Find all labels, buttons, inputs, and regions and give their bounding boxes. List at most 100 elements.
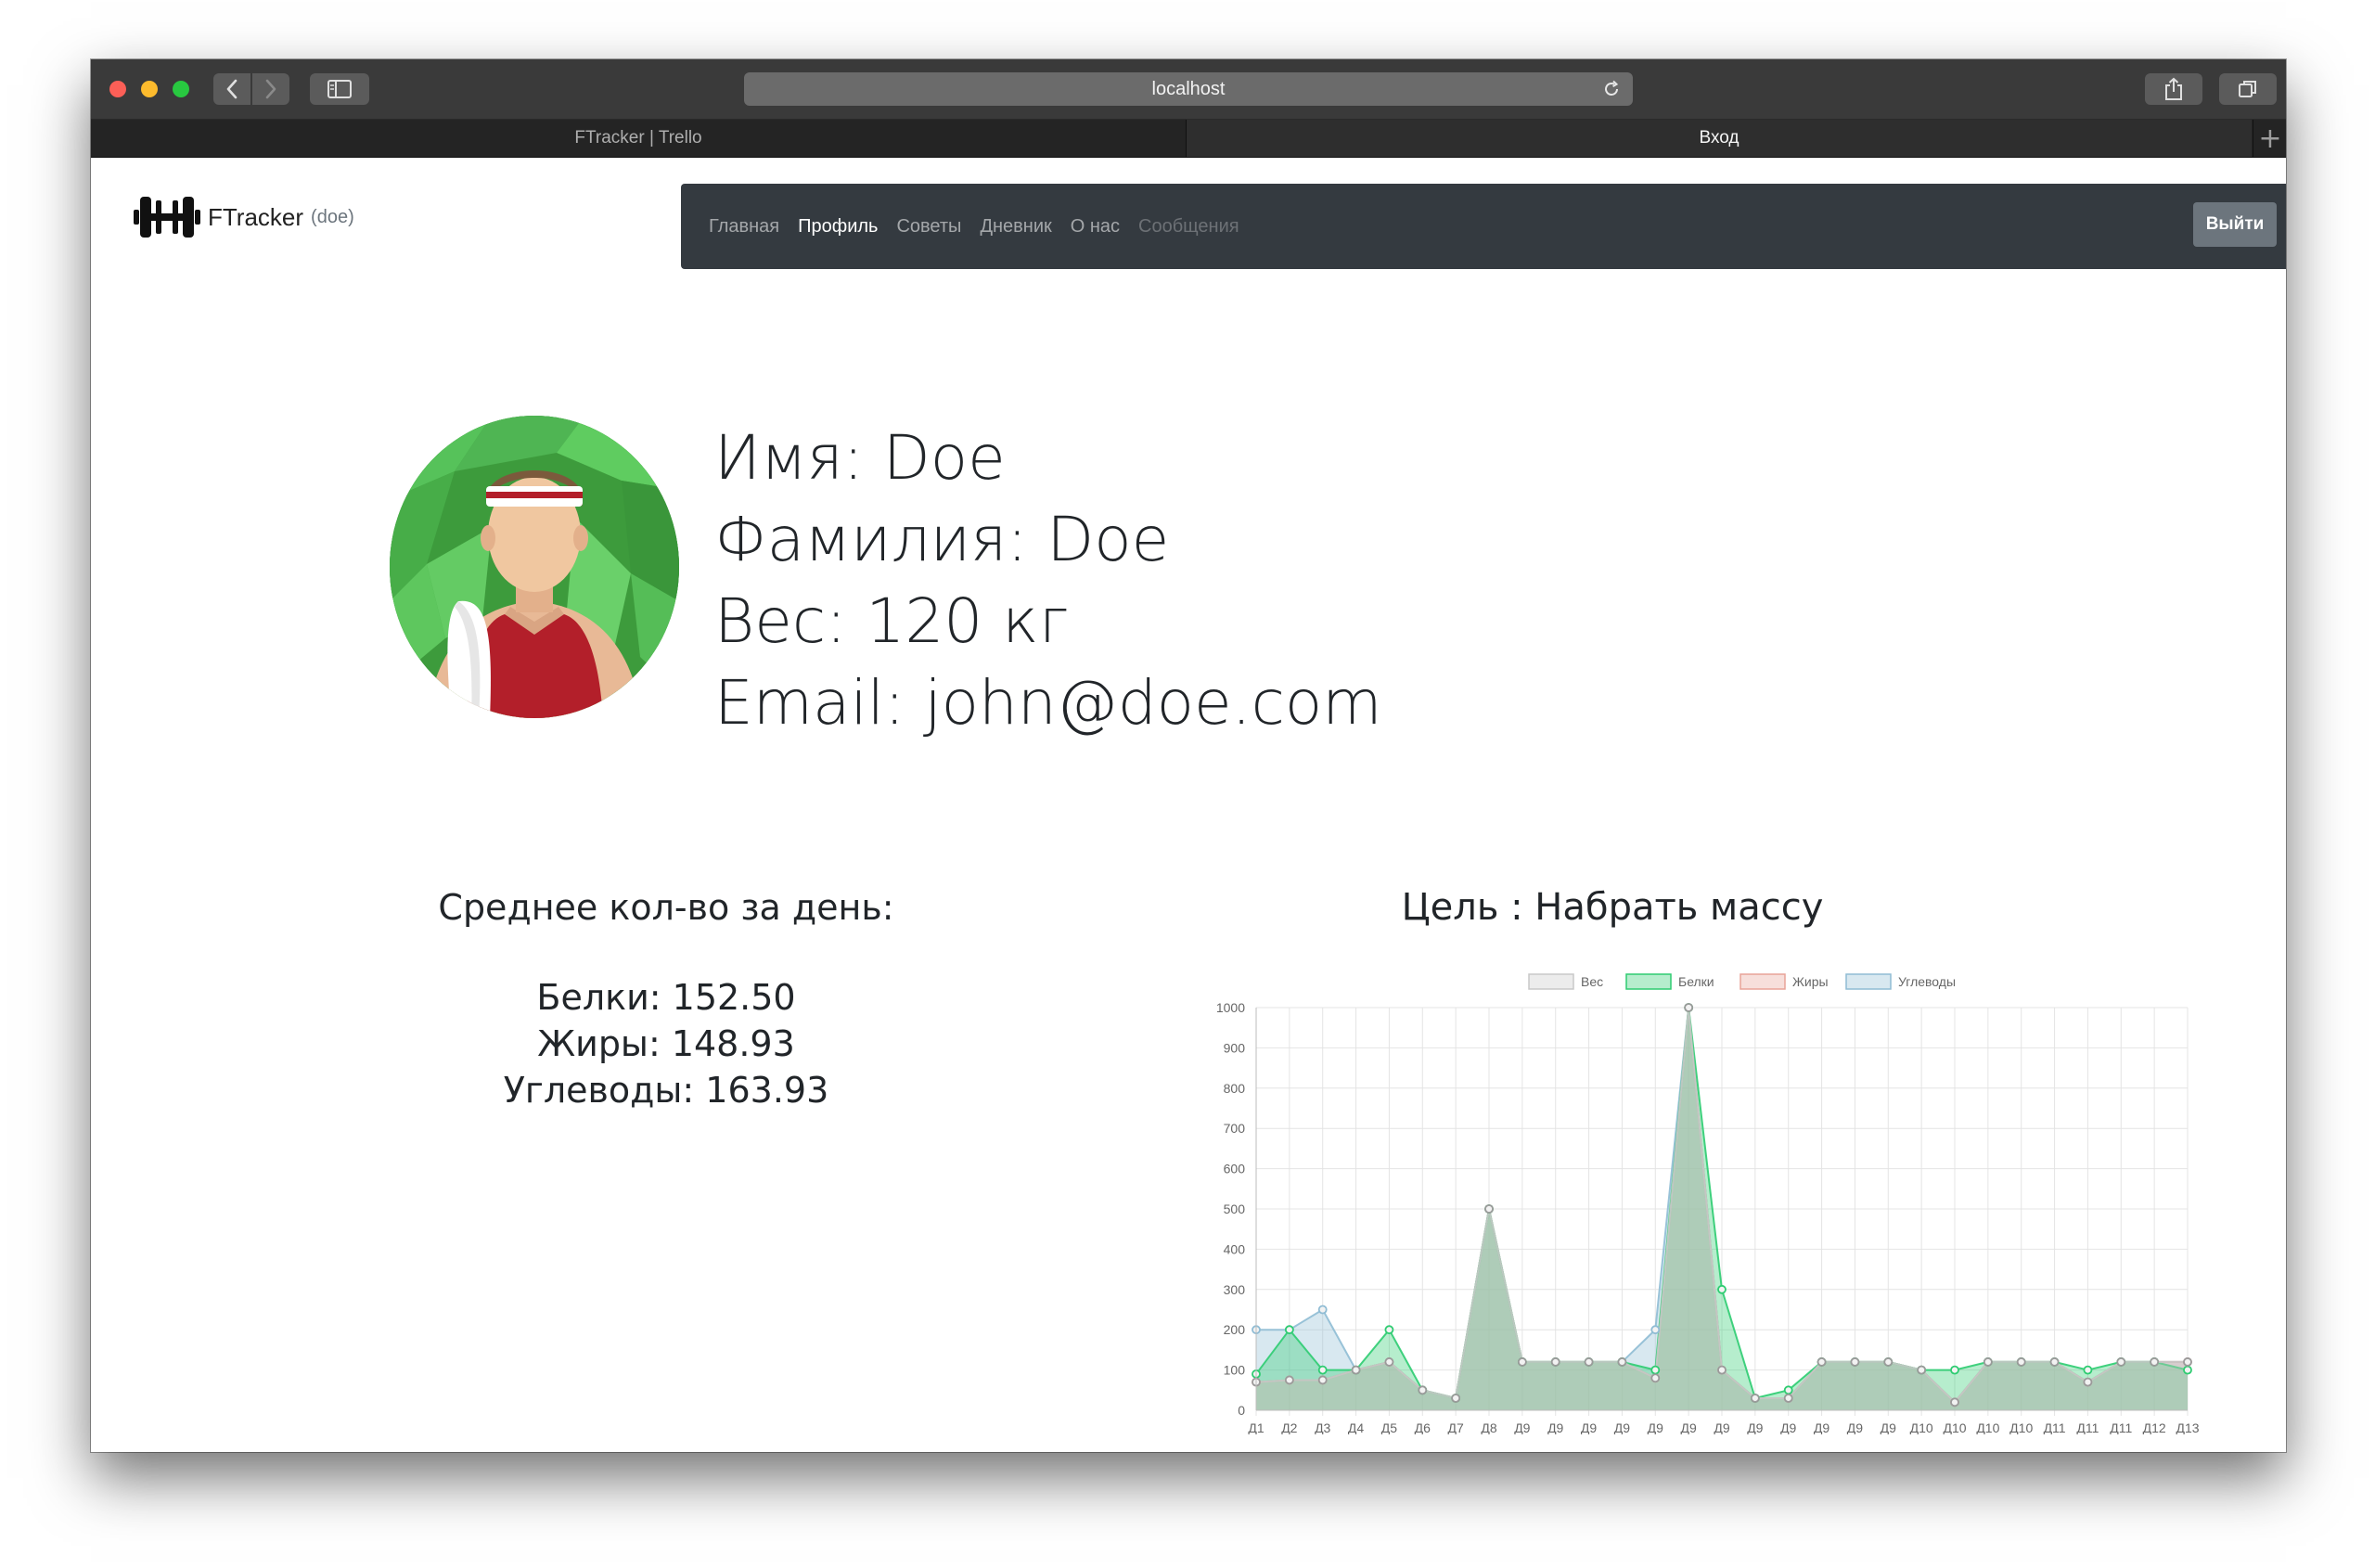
chart-y-tick-label: 500 — [1224, 1202, 1246, 1216]
nav-item-diary[interactable]: Дневник — [980, 216, 1051, 238]
share-button[interactable] — [2145, 73, 2202, 105]
chart-point — [2016, 1357, 2026, 1367]
chart-point — [1717, 1284, 1727, 1294]
chart-point — [1484, 1204, 1494, 1214]
chart-x-tick-label: Д12 — [2143, 1420, 2166, 1434]
sidebar-toggle-button[interactable] — [310, 73, 369, 105]
page-content: FTracker (doe) Главная Профиль Советы Дн… — [91, 158, 2286, 1452]
nav-item-messages: Сообщения — [1138, 215, 1239, 237]
chart-point — [1750, 1394, 1760, 1403]
chart-point — [2083, 1377, 2093, 1387]
chart-point — [1850, 1357, 1860, 1367]
chart-x-tick-label: Д2 — [1281, 1420, 1297, 1434]
daily-averages: Среднее кол-во за день: Белки: 152.50 Жи… — [276, 881, 1056, 1113]
chart-y-tick-label: 300 — [1224, 1282, 1246, 1297]
chart-y-tick-label: 0 — [1238, 1403, 1245, 1418]
chart-legend-swatch — [1845, 973, 1892, 990]
chart-point — [1517, 1357, 1527, 1367]
chart-legend-label: Углеводы — [1898, 974, 1956, 989]
chart-point — [2183, 1365, 2192, 1375]
chart-legend-swatch — [1740, 973, 1786, 990]
navbar: Главная Профиль Советы Дневник О нас Соо… — [681, 184, 2286, 269]
tabs-icon — [2239, 81, 2256, 97]
browser-tab-active[interactable]: Вход — [1187, 120, 2252, 157]
minimize-window-button[interactable] — [141, 81, 158, 97]
chart-point — [1950, 1397, 1959, 1407]
chart-point — [1650, 1325, 1661, 1335]
chevron-right-icon — [265, 79, 276, 99]
browser-tab[interactable]: FTracker | Trello — [91, 120, 1187, 157]
nav-item-about[interactable]: О нас — [1071, 216, 1120, 238]
dumbbell-logo-icon — [134, 197, 200, 238]
chart-x-tick-label: Д9 — [1714, 1420, 1729, 1434]
chart-x-tick-label: Д6 — [1415, 1420, 1431, 1434]
chart-point — [1684, 1003, 1694, 1012]
chart-point — [1317, 1305, 1328, 1315]
chart-legend-label: Белки — [1678, 974, 1714, 989]
chart-point — [1418, 1385, 1428, 1395]
reload-icon[interactable] — [1601, 79, 1622, 99]
chart-y-tick-label: 1000 — [1216, 1000, 1245, 1015]
chart-point — [1883, 1357, 1894, 1367]
address-bar[interactable]: localhost — [744, 72, 1633, 106]
profile-info: Имя: Doe Фамилия: Doe Вес: 120 кг Email:… — [714, 418, 1382, 744]
forward-button[interactable] — [252, 73, 289, 105]
nutrition-chart: 0 100 200 300 400 500 600 700 800 900 1000 Д1 Д2 Д3 Д4… — [1204, 952, 2243, 1435]
share-icon — [2165, 77, 2182, 100]
nav-item-home[interactable]: Главная — [709, 216, 779, 238]
chart-x-tick-label: Д9 — [1681, 1420, 1697, 1434]
chart-x-tick-label: Д10 — [1943, 1420, 1966, 1434]
chart-point — [1317, 1365, 1328, 1375]
chart-x-tick-label: Д10 — [2009, 1420, 2033, 1434]
chart-x-tick-label: Д9 — [1547, 1420, 1563, 1434]
chart-point — [1384, 1325, 1394, 1335]
brand-username: (doe) — [311, 206, 354, 227]
chart-point — [2150, 1357, 2160, 1367]
profile-name: Имя: Doe — [714, 422, 1006, 494]
brand[interactable]: FTracker (doe) — [132, 191, 354, 243]
chart-point — [1584, 1357, 1594, 1367]
chart-point — [1983, 1357, 1993, 1367]
chevron-left-icon — [226, 79, 238, 99]
chart-point — [1550, 1357, 1560, 1367]
chart-x-tick-label: Д9 — [1614, 1420, 1630, 1434]
chart-point — [1783, 1394, 1793, 1403]
chart-x-tick-label: Д11 — [2110, 1420, 2132, 1434]
chart-legend-label: Жиры — [1792, 974, 1829, 989]
chart-legend-swatch — [1528, 973, 1574, 990]
address-text: localhost — [1151, 78, 1226, 99]
chart-point — [1284, 1325, 1294, 1335]
new-tab-button[interactable]: + — [2253, 120, 2286, 157]
chart-point — [1817, 1357, 1827, 1367]
chart-point — [2083, 1365, 2093, 1375]
browser-tab-label: Вход — [1699, 128, 1740, 148]
chart-point — [1317, 1375, 1328, 1385]
chart-point — [1451, 1394, 1461, 1403]
browser-tab-bar: FTracker | Trello Вход + — [91, 120, 2286, 158]
logout-button[interactable]: Выйти — [2193, 202, 2277, 247]
brand-name: FTracker — [208, 202, 304, 231]
back-button[interactable] — [213, 73, 250, 105]
chart-x-tick-label: Д9 — [1814, 1420, 1829, 1434]
chart-point — [1717, 1365, 1727, 1375]
chart-point — [1783, 1385, 1793, 1395]
nav-item-tips[interactable]: Советы — [896, 216, 961, 238]
avg-fat: Жиры: 148.93 — [537, 1023, 795, 1064]
plus-icon: + — [2258, 122, 2282, 155]
chart-x-tick-label: Д5 — [1381, 1420, 1397, 1434]
athlete-avatar-image — [390, 416, 679, 718]
chart-x-tick-label: Д4 — [1348, 1420, 1364, 1434]
chart-point — [1650, 1365, 1661, 1375]
chart-point — [1917, 1365, 1927, 1375]
chart-x-tick-label: Д10 — [1910, 1420, 1933, 1434]
chart-y-tick-label: 800 — [1224, 1081, 1246, 1096]
maximize-window-button[interactable] — [173, 81, 189, 97]
close-window-button[interactable] — [109, 81, 126, 97]
browser-titlebar: localhost — [91, 59, 2286, 120]
chart-y-tick-label: 200 — [1224, 1322, 1246, 1337]
chart-x-tick-label: Д3 — [1315, 1420, 1330, 1434]
tab-overview-button[interactable] — [2219, 73, 2277, 105]
chart-legend-label: Вес — [1581, 974, 1603, 989]
nav-item-profile[interactable]: Профиль — [798, 216, 878, 238]
chart-y-tick-label: 100 — [1224, 1363, 1246, 1378]
